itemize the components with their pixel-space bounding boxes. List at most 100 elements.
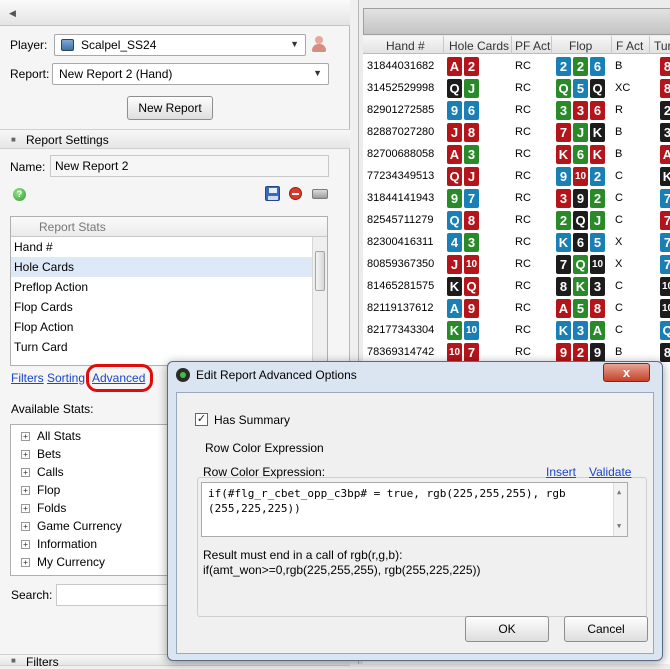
- expand-icon[interactable]: +: [21, 450, 30, 459]
- playing-card: 2: [573, 57, 588, 76]
- highlight-ring: [86, 364, 153, 392]
- list-item[interactable]: Preflop Action: [11, 277, 327, 297]
- cancel-button[interactable]: Cancel: [564, 616, 648, 642]
- tree-item[interactable]: + Flop: [11, 481, 174, 499]
- search-input[interactable]: [56, 584, 176, 606]
- hand-number: 82119137612: [367, 302, 434, 314]
- table-row[interactable]: 82119137612A9RCA58C10: [363, 297, 670, 321]
- list-item[interactable]: Flop Action: [11, 317, 327, 337]
- player-select[interactable]: Scalpel_SS24 ▼: [54, 34, 306, 56]
- available-stats-tree[interactable]: + All Stats + Bets + Calls + Flop + Folds + Ga…: [10, 424, 175, 576]
- scroll-down-icon[interactable]: ▼: [617, 519, 621, 534]
- playing-card: J: [590, 211, 605, 230]
- playing-card: A: [447, 145, 462, 164]
- tree-item[interactable]: + Folds: [11, 499, 174, 517]
- playing-card: 2: [590, 167, 605, 186]
- ok-button[interactable]: OK: [465, 616, 549, 642]
- column-header[interactable]: Hole Cards: [449, 39, 509, 53]
- preflop-action: RC: [515, 170, 531, 182]
- scroll-up-icon[interactable]: ▲: [617, 485, 621, 500]
- expand-icon[interactable]: +: [21, 468, 30, 477]
- tree-item[interactable]: + Bets: [11, 445, 174, 463]
- drive-icon[interactable]: [312, 189, 328, 199]
- report-settings-header[interactable]: ■ Report Settings: [0, 129, 350, 149]
- vertical-scrollbar[interactable]: ▲ ▼: [613, 483, 627, 536]
- playing-card: 5: [573, 299, 588, 318]
- playing-card: 9: [447, 189, 462, 208]
- validate-link[interactable]: Validate: [589, 465, 631, 479]
- expand-icon[interactable]: +: [21, 504, 30, 513]
- delete-icon[interactable]: [289, 187, 302, 200]
- table-row[interactable]: 31844031682 A 2 RC 2 2 6 B 8: [363, 55, 670, 79]
- playing-card: 10: [464, 321, 479, 340]
- search-label: Search:: [11, 588, 53, 602]
- chevron-down-icon: ▼: [313, 68, 322, 78]
- tree-item[interactable]: + My Currency: [11, 553, 174, 571]
- preflop-action: RC: [515, 148, 531, 160]
- close-button[interactable]: x: [603, 363, 650, 382]
- new-report-button[interactable]: New Report: [127, 96, 213, 120]
- column-header[interactable]: Tur: [654, 39, 670, 53]
- table-row[interactable]: 82700688058 A 3 RC K 6 K B A: [363, 143, 670, 167]
- table-row[interactable]: 82901272585 9 6 RC 3 3 6 R 2: [363, 99, 670, 123]
- tree-item-label: Flop: [37, 483, 61, 497]
- preflop-action: RC: [515, 60, 531, 72]
- user-icon[interactable]: [312, 36, 326, 52]
- tree-item-label: Bets: [37, 447, 62, 461]
- has-summary-checkbox[interactable]: ✓: [195, 413, 208, 426]
- playing-card: A: [447, 57, 462, 76]
- table-row[interactable]: 82887027280 J 8 RC 7 J K B 3: [363, 121, 670, 145]
- column-header[interactable]: F Act: [616, 39, 643, 53]
- table-row[interactable]: 82545711279 Q 8 RC 2 Q J C 7: [363, 209, 670, 233]
- sorting-link[interactable]: Sorting: [47, 371, 85, 385]
- table-row[interactable]: 80859367350 J 10 RC 7 Q 10 X 7: [363, 253, 670, 277]
- table-row[interactable]: 31844141943 9 7 RC 3 9 2 C 7: [363, 187, 670, 211]
- report-stats-list[interactable]: Report Stats Hand # Hole Cards Preflop A…: [10, 216, 328, 366]
- playing-card: K: [447, 277, 462, 296]
- tree-item[interactable]: + Information: [11, 535, 174, 553]
- playing-card: Q: [556, 79, 571, 98]
- expand-icon[interactable]: +: [21, 540, 30, 549]
- column-header[interactable]: PF Act: [515, 39, 550, 53]
- vertical-scrollbar[interactable]: [312, 237, 327, 365]
- column-separator: [649, 36, 650, 54]
- dialog-title-bar[interactable]: Edit Report Advanced Options x: [168, 362, 662, 390]
- playing-card: A: [556, 299, 571, 318]
- expand-icon[interactable]: +: [21, 486, 30, 495]
- hand-number: 31452529998: [367, 82, 435, 94]
- list-item[interactable]: Turn Card: [11, 337, 327, 357]
- tree-item[interactable]: + Game Currency: [11, 517, 174, 535]
- scrollbar-thumb[interactable]: [315, 251, 325, 291]
- collapse-square-icon: ■: [11, 135, 16, 144]
- table-row[interactable]: 81465281575KQRC8K3C10: [363, 275, 670, 299]
- list-item[interactable]: Hand #: [11, 237, 327, 257]
- column-header[interactable]: Flop: [569, 39, 592, 53]
- flop-action: C: [615, 280, 623, 292]
- table-row[interactable]: 82300416311 4 3 RC K 6 5 X 7: [363, 231, 670, 255]
- report-select[interactable]: New Report 2 (Hand) ▼: [52, 63, 329, 85]
- table-row[interactable]: 82177343304 K 10 RC K 3 A C Q: [363, 319, 670, 343]
- playing-card: 3: [464, 145, 479, 164]
- row-color-expression-input[interactable]: if(#flg_r_cbet_opp_c3bp# = true, rgb(225…: [201, 482, 628, 537]
- triangle-left-icon[interactable]: ◀: [9, 8, 16, 19]
- tree-item[interactable]: + All Stats: [11, 427, 174, 445]
- collapse-bar[interactable]: ◀: [0, 0, 350, 26]
- insert-link[interactable]: Insert: [546, 465, 576, 479]
- tree-item[interactable]: + Calls: [11, 463, 174, 481]
- expand-icon[interactable]: +: [21, 558, 30, 567]
- column-header[interactable]: Hand #: [386, 39, 425, 53]
- expand-icon[interactable]: +: [21, 522, 30, 531]
- playing-card: 10: [464, 255, 479, 274]
- playing-card: 9: [556, 167, 571, 186]
- save-icon[interactable]: [265, 186, 280, 201]
- expand-icon[interactable]: +: [21, 432, 30, 441]
- list-item[interactable]: Flop Cards: [11, 297, 327, 317]
- playing-card: 3: [556, 189, 571, 208]
- list-item[interactable]: Hole Cards: [11, 257, 327, 277]
- help-icon[interactable]: ?: [13, 188, 26, 201]
- filters-link[interactable]: Filters: [11, 371, 44, 385]
- name-input[interactable]: New Report 2: [50, 155, 329, 177]
- table-row[interactable]: 77234349513 Q J RC 9 10 2 C K: [363, 165, 670, 189]
- table-row[interactable]: 31452529998 Q J RC Q 5 Q XC 8: [363, 77, 670, 101]
- playing-card: Q: [447, 167, 462, 186]
